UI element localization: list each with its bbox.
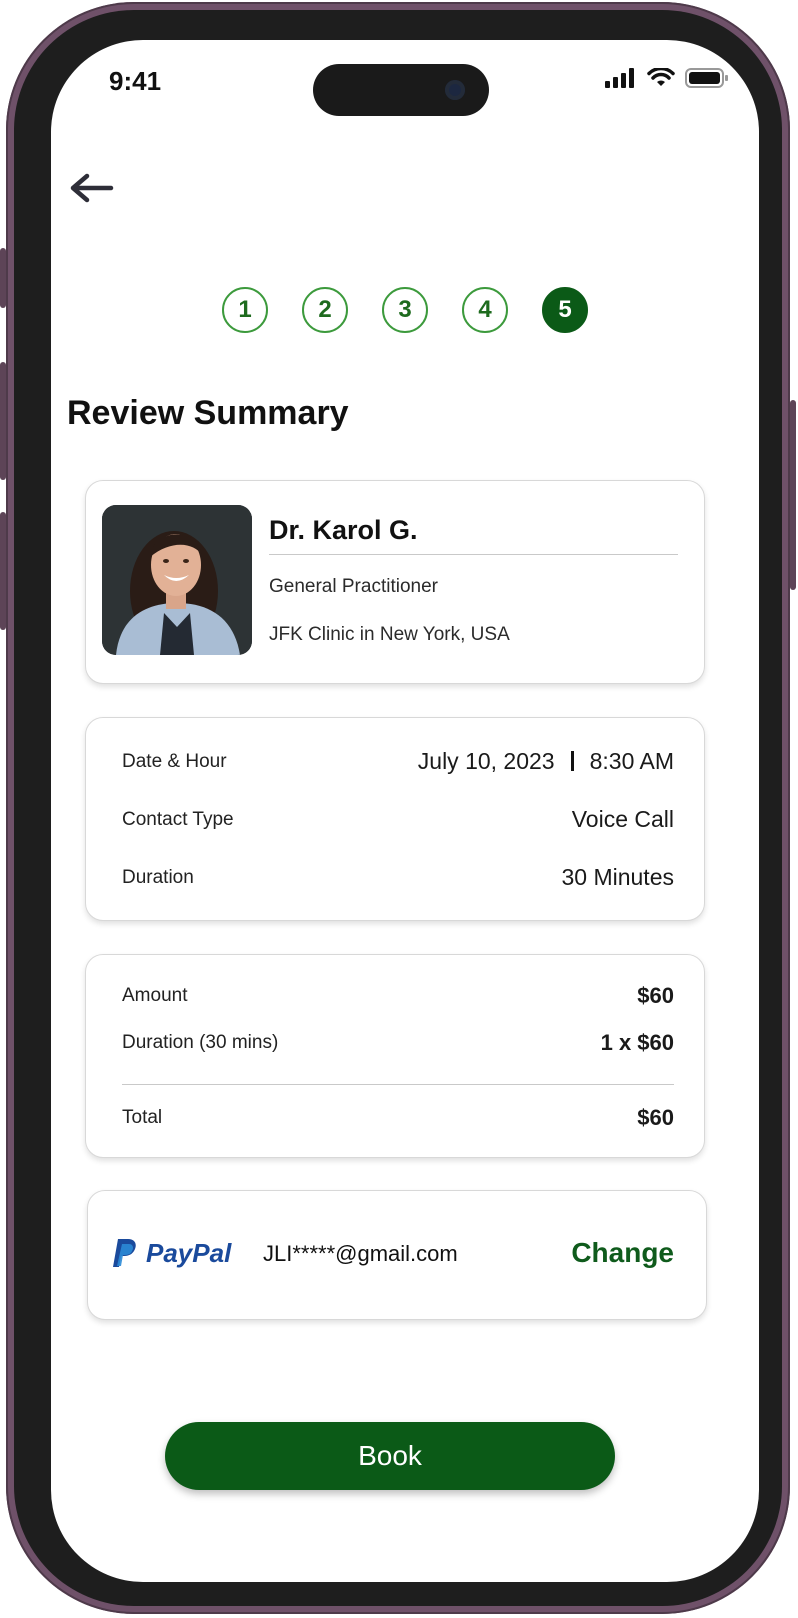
duration-row: Duration 30 Minutes <box>122 864 674 891</box>
step-indicator: 1 2 3 4 5 <box>51 287 759 333</box>
phone-volume-down-button <box>0 512 6 630</box>
dynamic-island <box>313 64 489 116</box>
phone-volume-up-button <box>0 362 6 480</box>
phone-action-button <box>0 248 6 308</box>
payment-divider <box>122 1084 674 1085</box>
total-row: Total $60 <box>122 1105 674 1131</box>
date-hour-value: July 10, 2023 8:30 AM <box>418 748 674 775</box>
amount-label: Amount <box>122 985 188 1006</box>
appointment-details-card: Date & Hour July 10, 2023 8:30 AM Contact… <box>85 717 705 921</box>
step-2[interactable]: 2 <box>302 287 348 333</box>
amount-row: Amount $60 <box>122 983 674 1009</box>
appointment-hour: 8:30 AM <box>589 748 674 774</box>
status-icons <box>605 68 729 88</box>
doctor-name: Dr. Karol G. <box>269 515 418 545</box>
duration-price-label: Duration (30 mins) <box>122 1032 279 1053</box>
camera-icon <box>445 80 465 100</box>
paypal-logo: PayPal <box>112 1237 231 1269</box>
battery-icon <box>685 68 728 88</box>
phone-power-button <box>790 400 796 590</box>
duration-price-value: 1 x $60 <box>600 1030 674 1055</box>
contact-type-label: Contact Type <box>122 808 234 830</box>
wifi-icon <box>647 68 675 86</box>
duration-value: 30 Minutes <box>561 864 674 890</box>
change-payment-button[interactable]: Change <box>571 1237 674 1269</box>
date-hour-label: Date & Hour <box>122 750 227 772</box>
step-5-active[interactable]: 5 <box>542 287 588 333</box>
step-1[interactable]: 1 <box>222 287 268 333</box>
back-arrow-icon[interactable] <box>67 170 115 206</box>
doctor-clinic: JFK Clinic in New York, USA <box>269 624 510 645</box>
paypal-wordmark: PayPal <box>146 1238 231 1269</box>
paypal-icon <box>113 1239 136 1267</box>
duration-price-row: Duration (30 mins) 1 x $60 <box>122 1030 674 1056</box>
date-hour-row: Date & Hour July 10, 2023 8:30 AM <box>122 748 674 775</box>
doctor-card: Dr. Karol G. General Practitioner JFK Cl… <box>85 480 705 684</box>
page-title: Review Summary <box>67 394 349 432</box>
doctor-photo <box>102 505 252 655</box>
payment-method-card: PayPal JLI*****@gmail.com Change <box>87 1190 707 1320</box>
amount-value: $60 <box>637 983 674 1008</box>
payment-summary-card: Amount $60 Duration (30 mins) 1 x $60 To… <box>85 954 705 1158</box>
paypal-email: JLI*****@gmail.com <box>263 1241 458 1266</box>
phone-frame: 9:41 1 2 3 4 5 Review Summary Dr. Karol … <box>0 2 796 1614</box>
screen: 9:41 1 2 3 4 5 Review Summary Dr. Karol … <box>51 40 759 1582</box>
step-3[interactable]: 3 <box>382 287 428 333</box>
status-time: 9:41 <box>109 66 162 96</box>
doctor-divider <box>269 554 678 555</box>
step-4[interactable]: 4 <box>462 287 508 333</box>
signal-icon <box>605 68 634 88</box>
paypal-wordmark-text: PayPal <box>146 1237 232 1268</box>
contact-type-value: Voice Call <box>571 806 674 832</box>
total-label: Total <box>122 1107 163 1128</box>
date-time-separator <box>570 751 574 771</box>
book-button[interactable]: Book <box>165 1422 615 1490</box>
duration-label: Duration <box>122 866 194 888</box>
total-value: $60 <box>637 1105 674 1130</box>
appointment-date: July 10, 2023 <box>417 748 555 774</box>
doctor-specialty: General Practitioner <box>269 576 438 597</box>
doctor-portrait-image <box>102 505 252 655</box>
contact-type-row: Contact Type Voice Call <box>122 806 674 833</box>
